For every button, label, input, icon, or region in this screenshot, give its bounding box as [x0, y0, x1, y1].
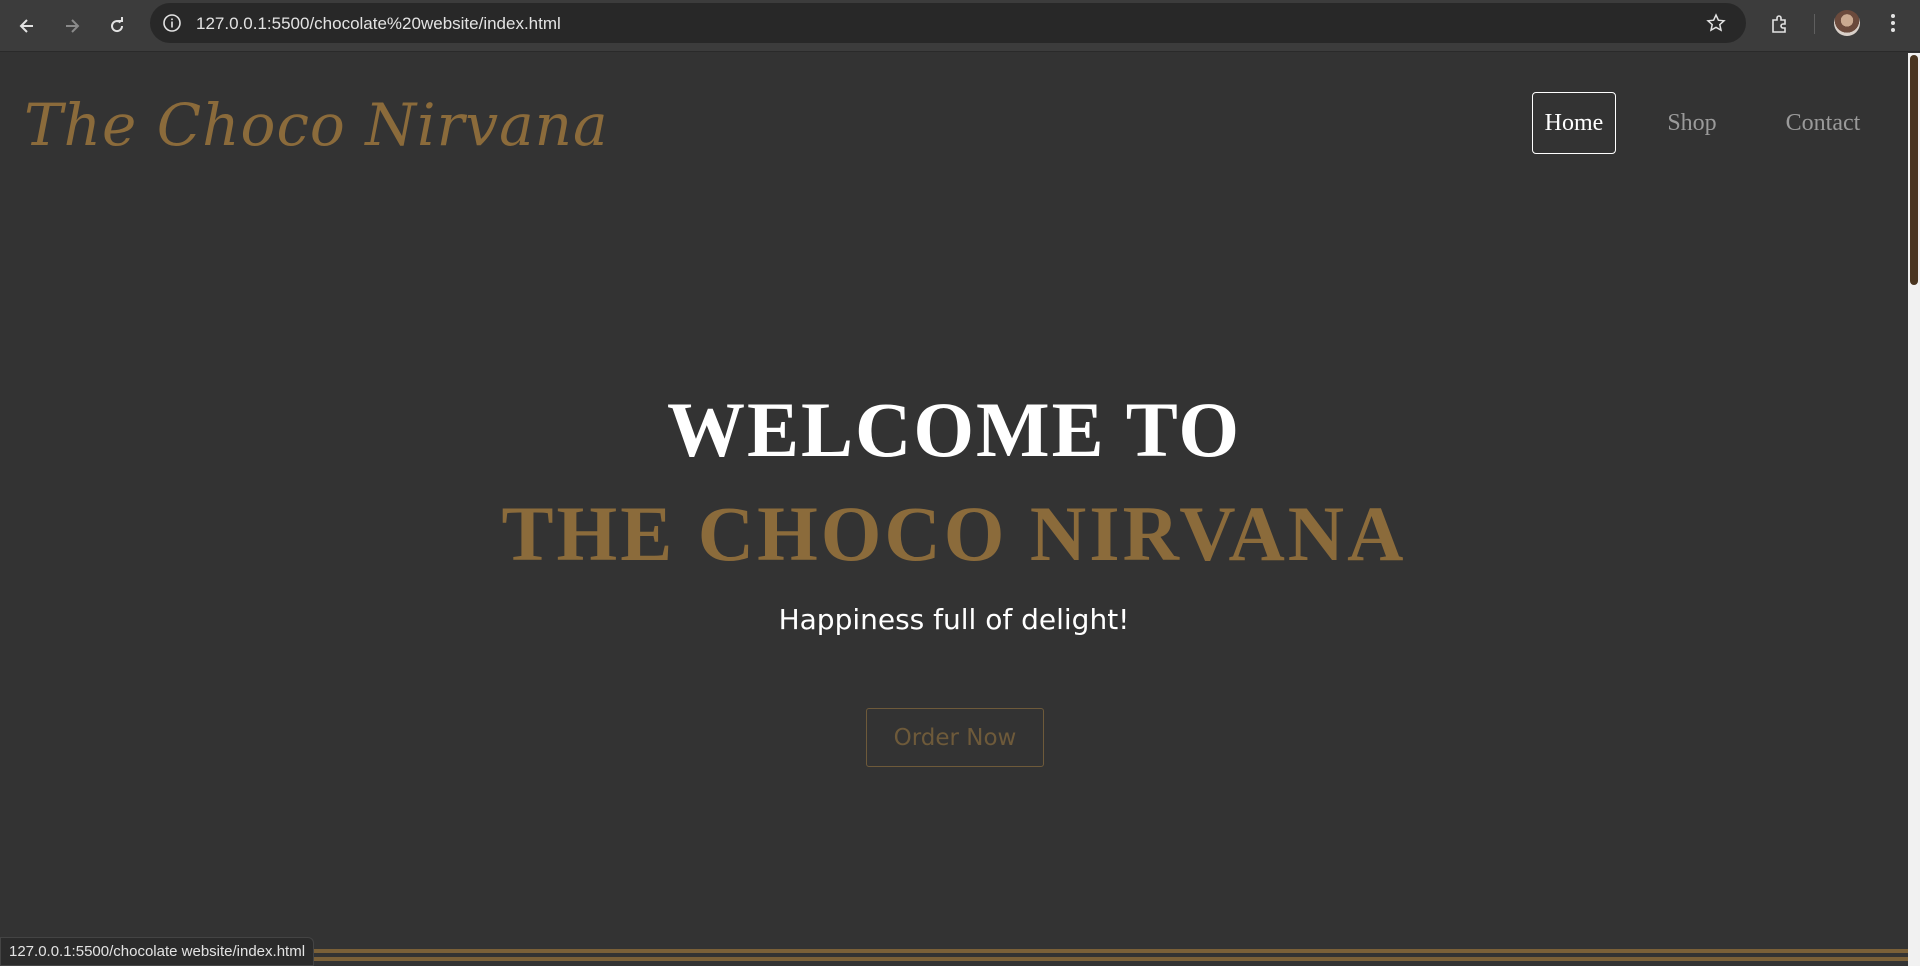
hero-welcome-heading: WELCOME TO — [666, 386, 1242, 473]
hero-tagline: Happiness full of delight! — [778, 603, 1130, 636]
forward-button[interactable] — [55, 9, 89, 43]
address-bar[interactable]: 127.0.0.1:5500/chocolate%20website/index… — [150, 3, 1746, 43]
forward-arrow-icon — [66, 19, 80, 33]
url-text[interactable]: 127.0.0.1:5500/chocolate%20website/index… — [196, 14, 561, 34]
back-arrow-icon — [19, 19, 33, 33]
site-info-icon[interactable] — [160, 11, 184, 35]
bookmark-star-icon[interactable] — [1704, 11, 1728, 35]
reload-icon — [111, 17, 124, 33]
kebab-menu-icon[interactable] — [1880, 10, 1906, 36]
order-now-button[interactable]: Order Now — [866, 708, 1044, 767]
profile-avatar[interactable] — [1834, 10, 1860, 36]
reload-button[interactable] — [100, 9, 134, 43]
back-button[interactable] — [10, 9, 44, 43]
hero-section: WELCOME TO THE CHOCO NIRVANA Happiness f… — [0, 53, 1908, 966]
extensions-icon[interactable] — [1766, 10, 1794, 38]
hero-brand-heading: THE CHOCO NIRVANA — [501, 490, 1407, 577]
scrollbar-thumb[interactable] — [1910, 55, 1918, 285]
link-status-bubble: 127.0.0.1:5500/chocolate website/index.h… — [0, 937, 315, 966]
browser-toolbar: 127.0.0.1:5500/chocolate%20website/index… — [0, 0, 1920, 52]
toolbar-divider — [1814, 14, 1815, 34]
vertical-scrollbar[interactable] — [1908, 53, 1920, 966]
page-viewport: The Choco Nirvana Home Shop Contact WELC… — [0, 53, 1920, 966]
